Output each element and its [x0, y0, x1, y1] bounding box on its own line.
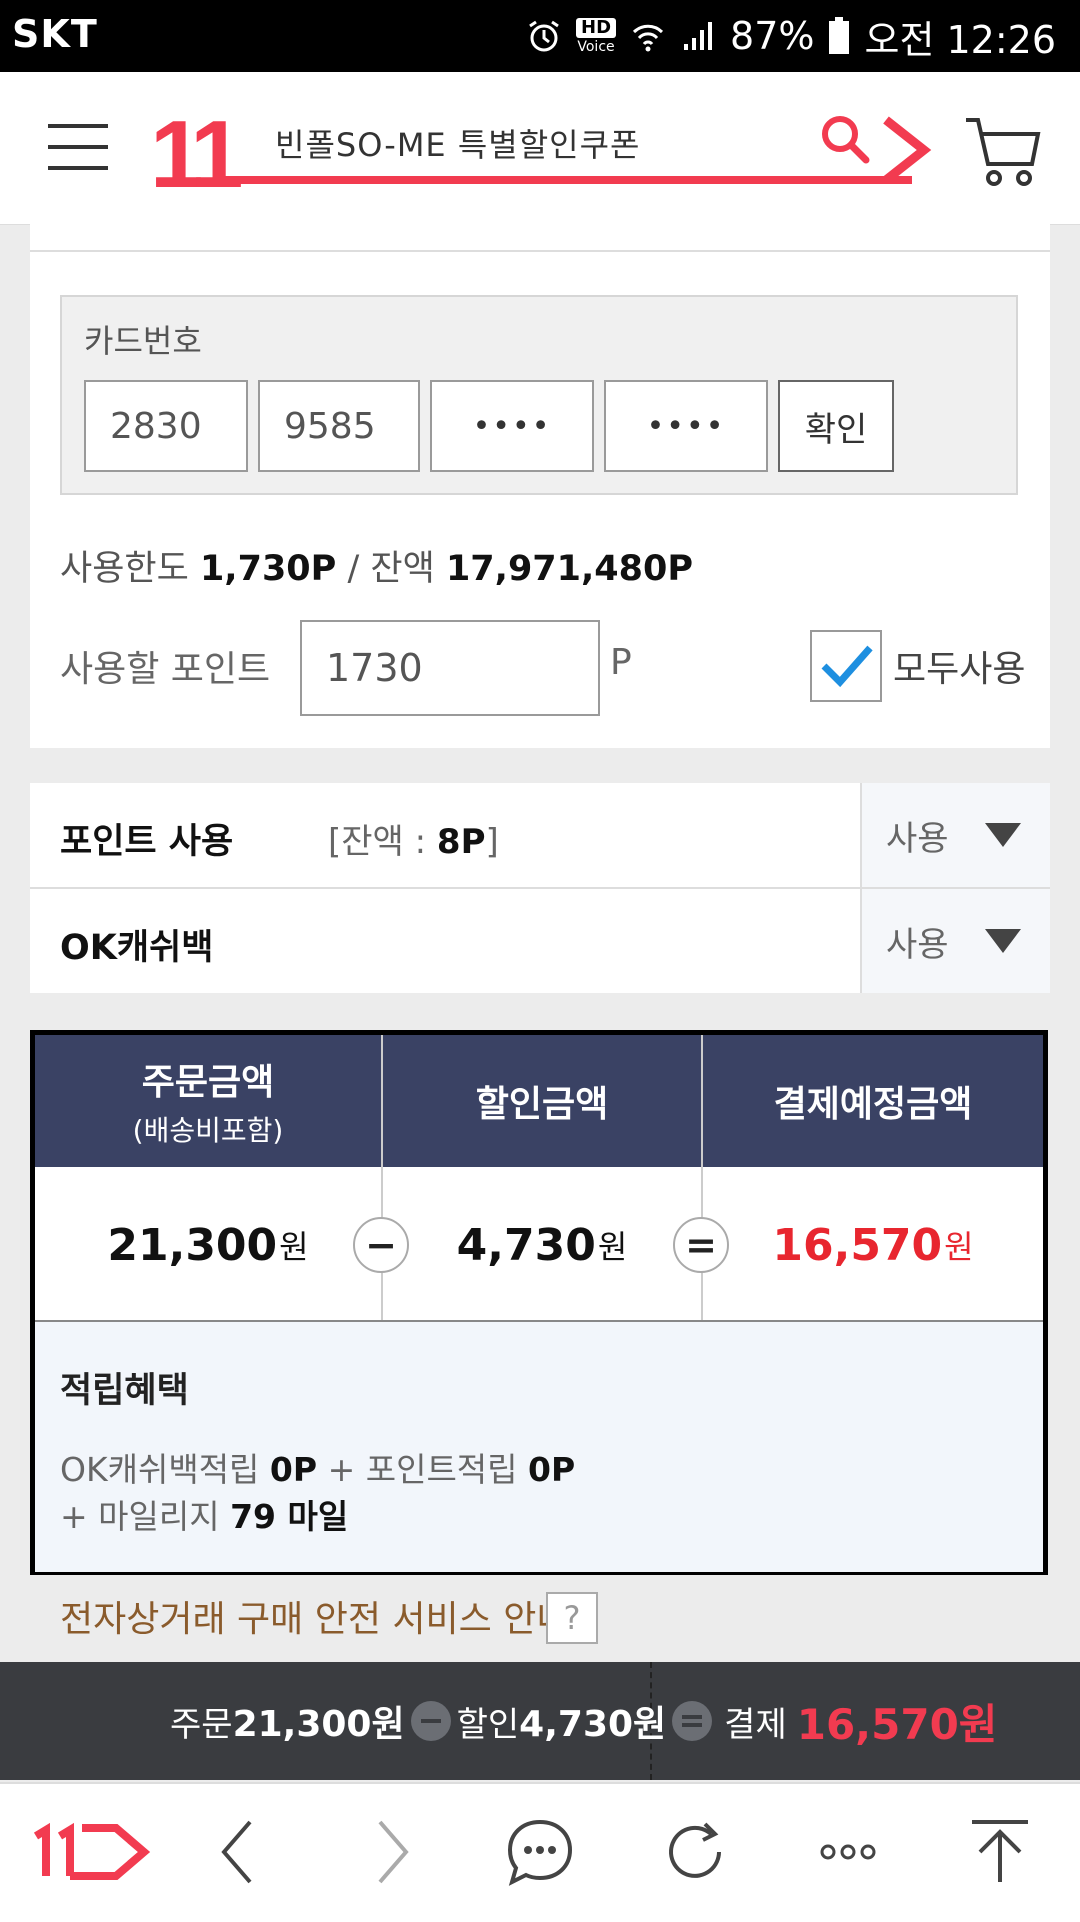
okcashbag-title: OK캐쉬백: [60, 928, 214, 968]
clock: 오전 12:26: [864, 17, 1056, 62]
checkmark-icon: [821, 645, 873, 688]
help-icon[interactable]: ?: [546, 1592, 598, 1644]
payment-amount-header: 결제예정금액: [773, 1084, 973, 1125]
point-limit-text: 사용한도 1,730P / 잔액 17,971,480P: [60, 549, 694, 589]
card-number-label: 카드번호: [84, 322, 202, 360]
scroll-top-icon[interactable]: [960, 1812, 1040, 1892]
point-use-balance: [잔액 : 8P]: [328, 822, 499, 862]
battery-icon: [829, 17, 850, 54]
discount-amount-value: 4,730 원: [456, 1219, 628, 1271]
use-point-unit: P: [610, 642, 632, 683]
use-point-label: 사용할 포인트: [60, 649, 271, 690]
minus-icon: −: [353, 1217, 409, 1273]
point-use-select[interactable]: 사용: [860, 783, 1050, 887]
benefit-line-2: + 마일리지 79 마일: [60, 1497, 349, 1536]
status-bar: SKT HD Voice 87% 오전 12:26: [0, 0, 1080, 72]
card-number-field-4[interactable]: ••••: [604, 380, 768, 472]
point-use-row: 포인트 사용 [잔액 : 8P] 사용: [30, 783, 1050, 887]
card-number-field-1[interactable]: 2830: [84, 380, 248, 472]
order-amount-value: 21,300 원: [107, 1219, 309, 1271]
payment-amount-value: 16,570 원: [772, 1219, 974, 1271]
order-amount-header: 주문금액 (배송비포함): [132, 1062, 284, 1147]
okcashbag-select[interactable]: 사용: [860, 889, 1050, 993]
safe-purchase-link[interactable]: 전자상거래 구매 안전 서비스 안내: [60, 1590, 569, 1642]
signal-icon: [684, 22, 713, 50]
benefit-title: 적립혜택: [60, 1371, 189, 1411]
use-all-label[interactable]: 모두사용: [893, 640, 1025, 692]
totals-payment-value: 16,570원: [796, 1699, 998, 1749]
cart-icon[interactable]: [962, 112, 1042, 192]
equals-icon: =: [673, 1217, 729, 1273]
totals-bar: 주문 21,300원 할인 4,730원 결제 16,570원: [0, 1662, 1080, 1780]
back-icon[interactable]: [200, 1812, 280, 1892]
benefit-line-1: OK캐쉬백적립 0P + 포인트적립 0P: [60, 1450, 576, 1489]
refresh-icon[interactable]: [655, 1812, 735, 1892]
dropdown-arrow-icon: [984, 823, 1021, 847]
more-icon[interactable]: [808, 1812, 888, 1892]
menu-icon[interactable]: [48, 124, 108, 170]
forward-icon[interactable]: [350, 1812, 430, 1892]
use-point-input[interactable]: 1730: [300, 620, 600, 716]
hd-voice-icon: HD Voice: [576, 17, 617, 55]
totals-content: 주문 21,300원 할인 4,730원 결제 16,570원: [170, 1662, 997, 1780]
panel-top-strip: [30, 224, 1050, 252]
carrier-name: SKT: [12, 12, 98, 56]
battery-percent: 87%: [730, 14, 815, 58]
equals-icon: [672, 1701, 713, 1741]
search-underline: [218, 176, 912, 184]
point-limit-value: 1,730P: [199, 549, 337, 589]
totals-discount-value: 4,730원: [519, 1704, 667, 1745]
wifi-icon: [632, 24, 664, 52]
totals-order-value: 21,300원: [232, 1704, 405, 1745]
search-icon[interactable]: [820, 114, 872, 166]
discount-amount-header: 할인금액: [475, 1084, 609, 1125]
point-balance-value: 17,971,480P: [445, 549, 694, 589]
card-number-field-2[interactable]: 9585: [258, 380, 420, 472]
dropdown-arrow-icon: [984, 929, 1021, 953]
search-arrow-icon: [883, 116, 932, 176]
card-confirm-button[interactable]: 확인: [778, 380, 894, 472]
home-11-icon[interactable]: [30, 1812, 154, 1892]
card-number-field-3[interactable]: ••••: [430, 380, 594, 472]
alarm-icon: [529, 20, 559, 52]
search-input[interactable]: 빈폴SO-ME 특별할인쿠폰: [275, 120, 640, 166]
app-header: 11 빈폴SO-ME 특별할인쿠폰: [0, 72, 1080, 225]
brand-logo[interactable]: 11: [150, 100, 244, 210]
use-all-checkbox[interactable]: [810, 630, 882, 702]
okcashbag-row: OK캐쉬백 사용: [30, 889, 1050, 993]
minus-icon: [410, 1701, 451, 1741]
status-icons: HD Voice 87% 오전 12:26: [526, 14, 1056, 62]
chat-icon[interactable]: [500, 1812, 580, 1892]
point-use-title: 포인트 사용: [60, 822, 234, 862]
